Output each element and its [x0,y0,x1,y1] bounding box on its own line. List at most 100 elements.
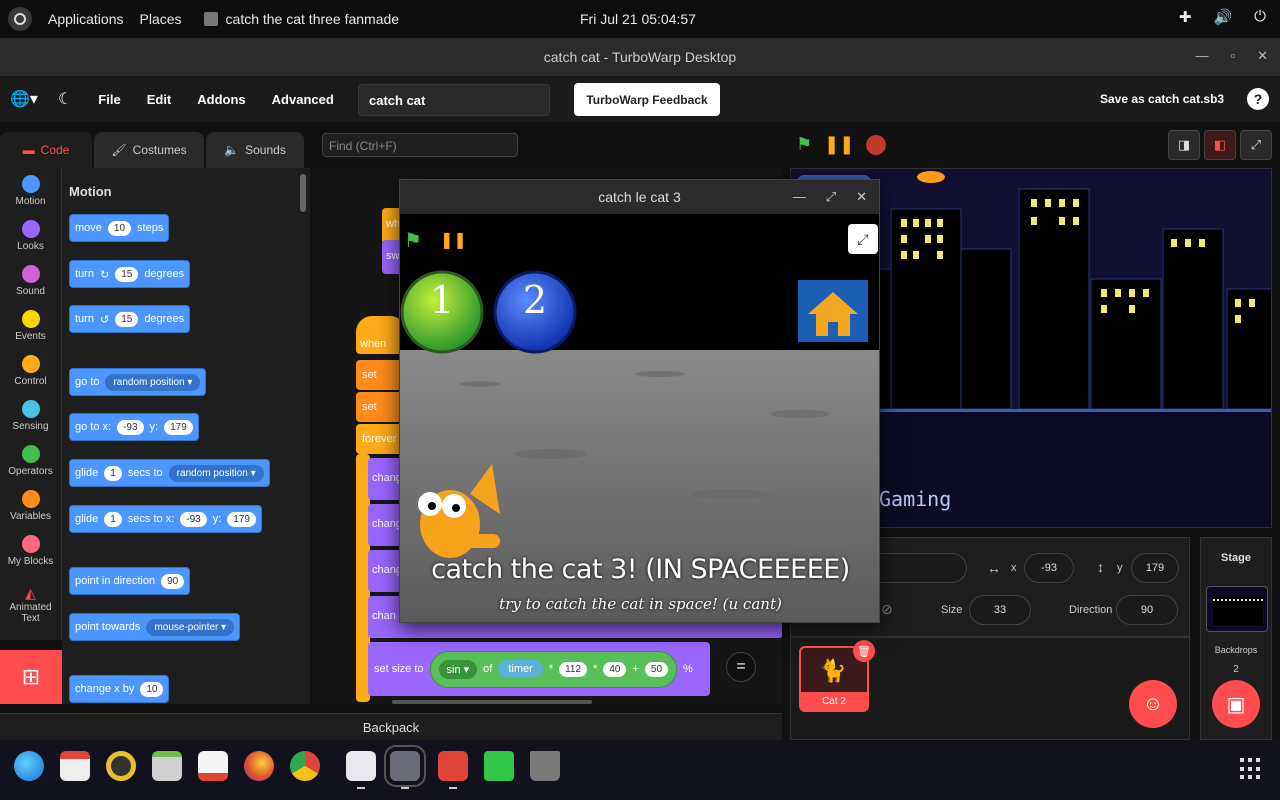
small-stage-icon[interactable]: ◨ [1168,130,1200,160]
stop-icon[interactable] [866,134,887,155]
applications-menu[interactable]: Applications [48,11,124,27]
minimize-icon[interactable]: — [793,189,806,205]
settings-icon[interactable] [346,751,376,789]
block-input[interactable]: -93 [117,419,144,435]
store-icon[interactable] [198,751,228,781]
project-title-input[interactable]: catch cat [358,84,550,116]
add-sprite-button[interactable]: ☺ [1129,680,1177,728]
category-control[interactable]: Control [0,348,61,393]
block-input[interactable]: 1 [104,465,122,481]
y-input[interactable]: 179 [1131,553,1179,583]
block-input[interactable]: 10 [140,681,164,697]
block-input[interactable]: 179 [164,419,193,435]
category-animated-text[interactable]: ◭ Animated Text [0,573,61,635]
block-input[interactable]: 10 [107,220,132,236]
block-input[interactable]: 1 [104,511,122,527]
maximize-icon[interactable]: ⤢ [826,189,836,205]
level-1-button[interactable]: 1 [400,278,484,322]
stage-pane[interactable]: Stage Backdrops 2 ▣ [1200,537,1272,740]
block-turn-right[interactable]: turn ↻ 15 degrees [69,260,191,288]
category-motion[interactable]: Motion [0,168,61,213]
app-grid-icon[interactable] [1240,758,1262,780]
firefox-icon[interactable] [244,751,274,781]
language-globe-icon[interactable]: 🌐▾ [10,89,38,109]
block-input[interactable]: 40 [603,661,627,677]
normal-stage-icon[interactable]: ◧ [1204,130,1236,160]
help-icon[interactable]: ? [1247,88,1269,110]
block-move[interactable]: move 10 steps [69,214,170,242]
green-flag-icon[interactable]: ⚑ [796,134,812,155]
menu-file[interactable]: File [98,92,120,107]
block-input[interactable]: 15 [115,266,139,282]
block-input[interactable]: -93 [180,511,207,527]
block-goto[interactable]: go to random position ▾ [69,368,207,396]
trash-icon[interactable] [530,751,560,781]
workspace-scrollbar[interactable] [392,700,592,704]
find-input[interactable]: Find (Ctrl+F) [322,133,518,157]
places-menu[interactable]: Places [140,11,182,27]
operator-block[interactable]: sin ▾ of timer * 112 * 40 + 50 [429,650,678,688]
turbowarp-icon[interactable] [438,751,468,789]
category-operators[interactable]: Operators [0,438,61,483]
add-backdrop-button[interactable]: ▣ [1212,680,1260,728]
fullscreen-icon[interactable]: ⤢ [848,224,878,254]
block-glide-xy[interactable]: glide 1 secs to x: -93 y: 179 [69,505,262,533]
block-input[interactable]: 112 [559,661,588,677]
volume-icon[interactable]: 🔊 [1213,8,1232,26]
block-point-towards[interactable]: point towards mouse-pointer ▾ [69,613,241,641]
block-input[interactable]: 90 [161,573,185,589]
power-icon[interactable]: ⏻ [1254,8,1266,26]
direction-input[interactable]: 90 [1116,595,1178,625]
active-app-menu[interactable]: catch the cat three fanmade [203,11,399,27]
category-sound[interactable]: Sound [0,258,61,303]
category-sensing[interactable]: Sensing [0,393,61,438]
calendar-icon[interactable] [60,751,90,781]
close-icon[interactable]: ✕ [1257,48,1268,64]
activities-button[interactable] [8,7,32,31]
block-dropdown[interactable]: random position ▾ [105,373,201,391]
globe-icon[interactable] [14,751,44,781]
pause-icon[interactable]: ❚❚ [824,134,854,155]
tab-sounds[interactable]: 🔈 Sounds [206,132,304,168]
block-turn-left[interactable]: turn ↺ 15 degrees [69,305,191,333]
game-canvas[interactable]: ⚑ ❚❚ ⤢ 1 2 catch the cat 3! (IN SPACEEEE… [400,214,879,622]
theme-moon-icon[interactable]: ☾ [58,89,72,109]
clock[interactable]: Fri Jul 21 05:04:57 [580,11,696,27]
delete-sprite-icon[interactable]: 🗑 [853,640,875,662]
category-variables[interactable]: Variables [0,483,61,528]
scratch-icon[interactable] [384,745,426,789]
block-set-size[interactable]: set size to sin ▾ of timer * 112 * 40 + … [368,642,710,696]
chrome-icon[interactable] [290,751,320,781]
category-events[interactable]: Events [0,303,61,348]
minimize-icon[interactable]: — [1195,48,1208,64]
palette-scrollbar[interactable] [300,174,306,212]
zoom-reset-button[interactable]: = [726,652,756,682]
pause-icon[interactable]: ❚❚ [440,230,467,250]
maximize-icon[interactable]: ▫ [1230,48,1235,64]
backpack-bar[interactable]: Backpack [0,713,782,740]
category-my-blocks[interactable]: My Blocks [0,528,61,573]
block-point-direction[interactable]: point in direction 90 [69,567,191,595]
block-dropdown[interactable]: mouse-pointer ▾ [146,618,235,636]
level-2-button[interactable]: 2 [493,278,577,322]
files-icon[interactable] [152,751,182,781]
save-button[interactable]: Save as catch cat.sb3 [1100,92,1224,106]
close-icon[interactable]: ✕ [856,189,867,205]
music-icon[interactable] [106,751,136,781]
block-dropdown[interactable]: random position ▾ [168,464,264,482]
menu-edit[interactable]: Edit [147,92,172,107]
block-goto-xy[interactable]: go to x: -93 y: 179 [69,413,199,441]
menu-addons[interactable]: Addons [197,92,245,107]
puzzle-icon[interactable] [484,751,514,781]
category-looks[interactable]: Looks [0,213,61,258]
green-flag-icon[interactable]: ⚑ [404,228,422,253]
menu-advanced[interactable]: Advanced [272,92,334,107]
sprite-tile[interactable]: 🐈 🗑 Cat 2 [799,640,875,712]
timer-reporter[interactable]: timer [498,660,543,678]
tab-costumes[interactable]: 🖌 Costumes [94,132,204,168]
block-input[interactable]: 179 [227,511,256,527]
backdrop-thumbnail[interactable] [1206,586,1268,632]
fullscreen-icon[interactable]: ⤢ [1240,130,1272,160]
math-dropdown[interactable]: sin ▾ [438,659,478,679]
block-input[interactable]: 50 [644,661,669,677]
